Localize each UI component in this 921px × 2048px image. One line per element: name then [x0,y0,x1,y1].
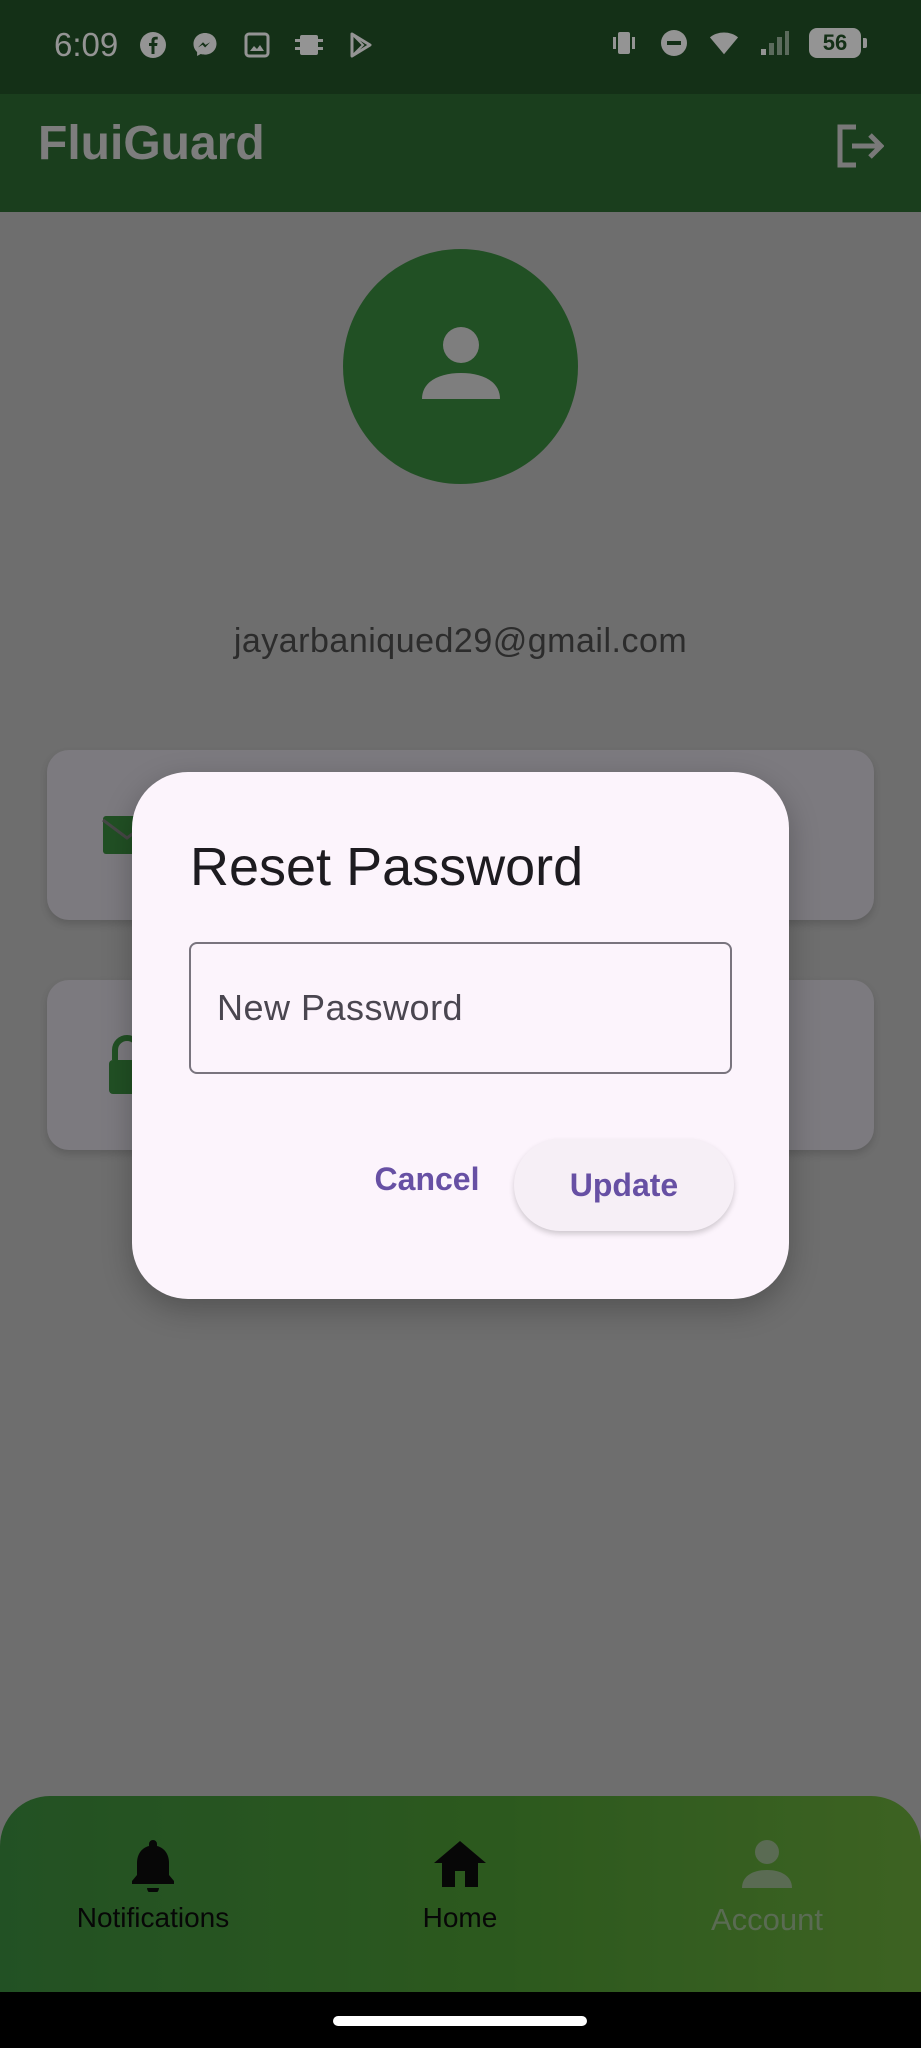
gesture-home-handle[interactable] [333,2016,587,2026]
system-navigation-bar [0,1992,921,2048]
dialog-title: Reset Password [190,837,584,897]
cancel-button[interactable]: Cancel [352,1134,502,1224]
new-password-input[interactable] [189,942,732,1074]
update-button[interactable]: Update [514,1139,734,1231]
reset-password-dialog: Reset Password Cancel Update [132,772,789,1299]
